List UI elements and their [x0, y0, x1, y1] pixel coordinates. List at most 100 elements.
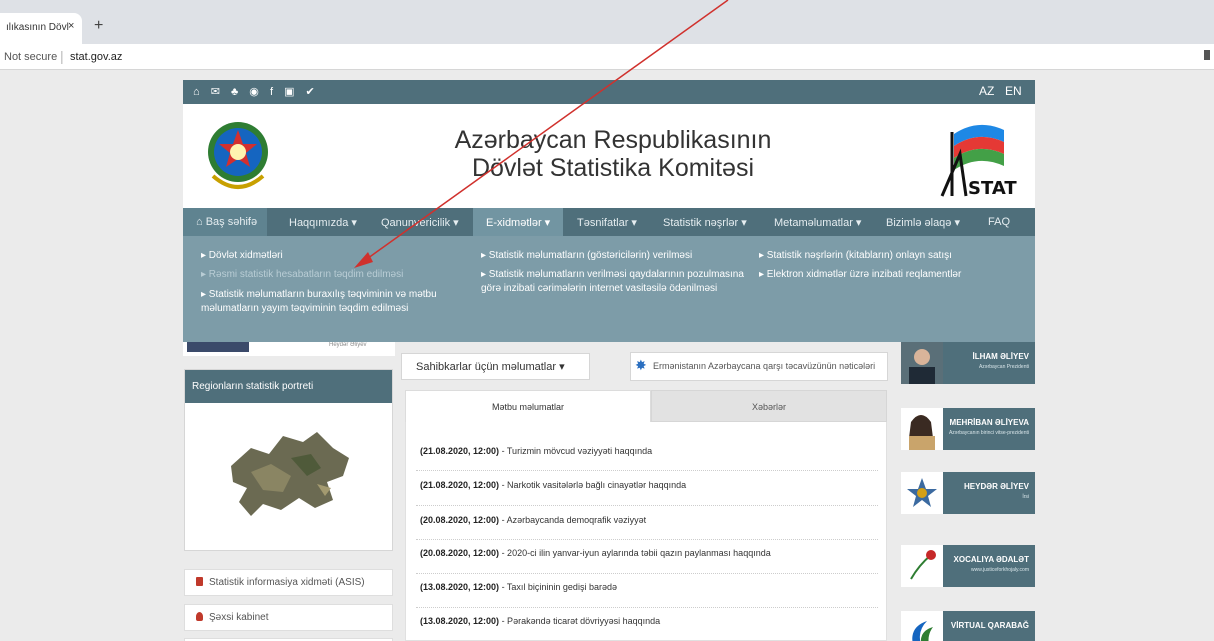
website: ⌂ ✉ ♣ ◉ f ▣ ✔ AZ EN Azərbaycan Respublik…	[183, 80, 1035, 641]
dd-online-fines[interactable]: ▸ Statistik məlumatların verilməsi qayda…	[481, 268, 753, 296]
portrait-icon	[901, 342, 943, 384]
news-item[interactable]: (21.08.2020, 12:00) - Turizmin mövcud və…	[420, 446, 652, 456]
dd-release-calendar[interactable]: ▸ Statistik məlumatların buraxılış təqvi…	[201, 288, 441, 316]
lang-en-link[interactable]: EN	[1005, 84, 1022, 98]
address-bar[interactable]: Not secure | stat.gov.az	[0, 44, 1214, 70]
site-title[interactable]: Azərbaycan Respublikasının Dövlət Statis…	[393, 126, 833, 182]
emblem-star-icon: ✸	[635, 357, 647, 373]
news-date: (13.08.2020, 12:00)	[420, 582, 500, 592]
lang-az-link[interactable]: AZ	[979, 84, 994, 98]
news-item[interactable]: (13.08.2020, 12:00) - Pərakəndə ticarət …	[420, 616, 660, 626]
close-tab-icon[interactable]: ×	[68, 20, 74, 32]
news-divider	[416, 505, 878, 506]
region-panel-title: Regionların statistik portreti	[185, 370, 392, 403]
top-strip: ⌂ ✉ ♣ ◉ f ▣ ✔ AZ EN	[183, 80, 1035, 104]
extension-icon[interactable]	[1204, 50, 1210, 60]
dd-administrative-regulations[interactable]: ▸ Elektron xidmətlər üzrə inzibati reqla…	[759, 268, 1029, 282]
browser-tab-title: ılıkasının Dövl	[6, 22, 69, 33]
war-consequences-button[interactable]: ✸ Ermənistanın Azərbaycana qarşı təcavüz…	[630, 352, 888, 381]
news-title: - Turizmin mövcud vəziyyəti haqqında	[499, 446, 653, 456]
nav-faq[interactable]: FAQ	[988, 208, 1010, 236]
news-date: (20.08.2020, 12:00)	[420, 515, 500, 525]
url-text[interactable]: stat.gov.az	[70, 51, 122, 63]
dd-online-sales[interactable]: ▸ Statistik nəşrlərin (kitabların) onlay…	[759, 249, 1029, 263]
sidebar-item-label: Statistik informasiya xidməti (ASIS)	[209, 577, 365, 588]
news-title: - Azərbaycanda demoqrafik vəziyyət	[499, 515, 647, 525]
banner-subtitle: www.justiceforkhojaly.com	[971, 567, 1029, 573]
tab-news[interactable]: Xəbərlər	[651, 390, 887, 422]
security-indicator[interactable]: Not secure	[4, 51, 57, 63]
e-services-dropdown: ▸ Dövlət xidmətləri ▸ Rəsmi statistik he…	[183, 236, 1035, 342]
site-header: Azərbaycan Respublikasının Dövlət Statis…	[183, 104, 1035, 208]
twitter-icon[interactable]: ✔	[306, 85, 319, 98]
news-title: - Pərakəndə ticarət dövriyyəsi haqqında	[499, 616, 661, 626]
youtube-icon[interactable]: ▣	[284, 85, 298, 98]
nav-home[interactable]: ⌂ Baş səhifə	[183, 208, 267, 236]
news-title: - Taxıl biçininin gedişi barədə	[499, 582, 617, 592]
nav-legislation[interactable]: Qanunvericilik ▾	[381, 208, 459, 236]
war-button-label: Ermənistanın Azərbaycana qarşı təcavüzün…	[653, 361, 876, 371]
site-title-line1: Azərbaycan Respublikasının	[454, 126, 772, 154]
heydar-aliyev-banner[interactable]: Heydər Əliyev	[183, 342, 395, 356]
portrait-icon	[901, 408, 943, 450]
region-portrait-panel[interactable]: Regionların statistik portreti	[184, 369, 393, 551]
banner-subtitle: Azərbaycanın birinci vitse-prezidenti	[948, 430, 1029, 436]
dd-public-services[interactable]: ▸ Dövlət xidmətləri	[201, 249, 461, 263]
site-title-line2: Dövlət Statistika Komitəsi	[471, 154, 755, 182]
entrepreneurs-dropdown[interactable]: Sahibkarlar üçün məlumatlar ▾	[401, 353, 590, 380]
dd-submit-official-reports[interactable]: ▸ Rəsmi statistik hesabatların təqdim ed…	[201, 268, 461, 282]
news-divider	[416, 607, 878, 608]
home-icon[interactable]: ⌂	[193, 86, 204, 98]
database-icon	[196, 577, 203, 586]
banner-title: İLHAM ƏLİYEV	[972, 352, 1029, 361]
news-date: (20.08.2020, 12:00)	[420, 548, 500, 558]
news-item[interactable]: (20.08.2020, 12:00) - Azərbaycanda demoq…	[420, 515, 646, 525]
banner-heydar-aliyev[interactable]: HEYDƏR ƏLİYEV İrsi	[901, 472, 1035, 514]
eye-icon[interactable]: ◉	[249, 85, 263, 98]
main-nav: ⌂ Baş səhifə Haqqımızda ▾ Qanunvericilik…	[183, 208, 1035, 236]
nav-metadata[interactable]: Metaməlumatlar ▾	[774, 208, 861, 236]
nav-e-services[interactable]: E-xidmətlər ▾	[473, 208, 563, 236]
azstat-logo-icon[interactable]: STAT	[938, 114, 1018, 200]
banner-title: HEYDƏR ƏLİYEV	[964, 482, 1029, 491]
sitemap-icon[interactable]: ♣	[231, 86, 242, 98]
news-item[interactable]: (21.08.2020, 12:00) - Narkotik vasitələr…	[420, 480, 686, 490]
banner-virtual-karabakh[interactable]: VİRTUAL QARABAĞ	[901, 611, 1035, 641]
banner-ilham-aliyev[interactable]: İLHAM ƏLİYEV Azərbaycan Prezidenti	[901, 342, 1035, 384]
social-icons: ⌂ ✉ ♣ ◉ f ▣ ✔	[193, 85, 319, 98]
news-divider	[416, 470, 878, 471]
statlogo-text: STAT	[968, 178, 1017, 199]
news-date: (13.08.2020, 12:00)	[420, 616, 500, 626]
khojaly-flower-icon	[901, 545, 943, 587]
state-emblem-icon[interactable]	[205, 114, 271, 196]
banner-khojaly-justice[interactable]: XOCALIYA ƏDALƏT www.justiceforkhojaly.co…	[901, 545, 1035, 587]
heydar-caption: Heydər Əliyev	[329, 342, 367, 348]
banner-mehriban-aliyeva[interactable]: MEHRİBAN ƏLİYEVA Azərbaycanın birinci vi…	[901, 408, 1035, 450]
sidebar-item-asis[interactable]: Statistik informasiya xidməti (ASIS)	[184, 569, 393, 596]
banner-title: VİRTUAL QARABAĞ	[950, 621, 1029, 630]
browser-tab-bar: ılıkasının Dövl × +	[0, 0, 1214, 44]
news-item[interactable]: (20.08.2020, 12:00) - 2020-ci ilin yanva…	[420, 548, 771, 558]
news-divider	[416, 573, 878, 574]
sidebar-item-cabinet[interactable]: Şəxsi kabinet	[184, 604, 393, 631]
news-item[interactable]: (13.08.2020, 12:00) - Taxıl biçininin ge…	[420, 582, 617, 592]
dd-provide-indicators[interactable]: ▸ Statistik məlumatların (göstəricilərin…	[481, 249, 771, 263]
news-tabs: Mətbu məlumatlar Xəbərlər	[405, 390, 887, 422]
azerbaijan-map-icon[interactable]	[221, 418, 361, 528]
news-list: (21.08.2020, 12:00) - Turizmin mövcud və…	[405, 422, 887, 641]
nav-about[interactable]: Haqqımızda ▾	[289, 208, 357, 236]
nav-classifications[interactable]: Təsnifatlar ▾	[577, 208, 637, 236]
banner-title: MEHRİBAN ƏLİYEVA	[949, 418, 1029, 427]
sidebar-item-label: Şəxsi kabinet	[209, 612, 269, 623]
address-separator: |	[60, 48, 64, 64]
nav-contact[interactable]: Bizimlə əlaqə ▾	[886, 208, 960, 236]
facebook-icon[interactable]: f	[270, 86, 277, 98]
mail-icon[interactable]: ✉	[211, 85, 224, 98]
new-tab-button[interactable]: +	[94, 17, 103, 35]
heydar-emblem-icon	[901, 472, 943, 514]
karabakh-logo-icon	[901, 611, 943, 641]
nav-publications[interactable]: Statistik nəşrlər ▾	[663, 208, 747, 236]
news-date: (21.08.2020, 12:00)	[420, 446, 500, 456]
tab-press-releases[interactable]: Mətbu məlumatlar	[405, 390, 651, 422]
news-divider	[416, 539, 878, 540]
